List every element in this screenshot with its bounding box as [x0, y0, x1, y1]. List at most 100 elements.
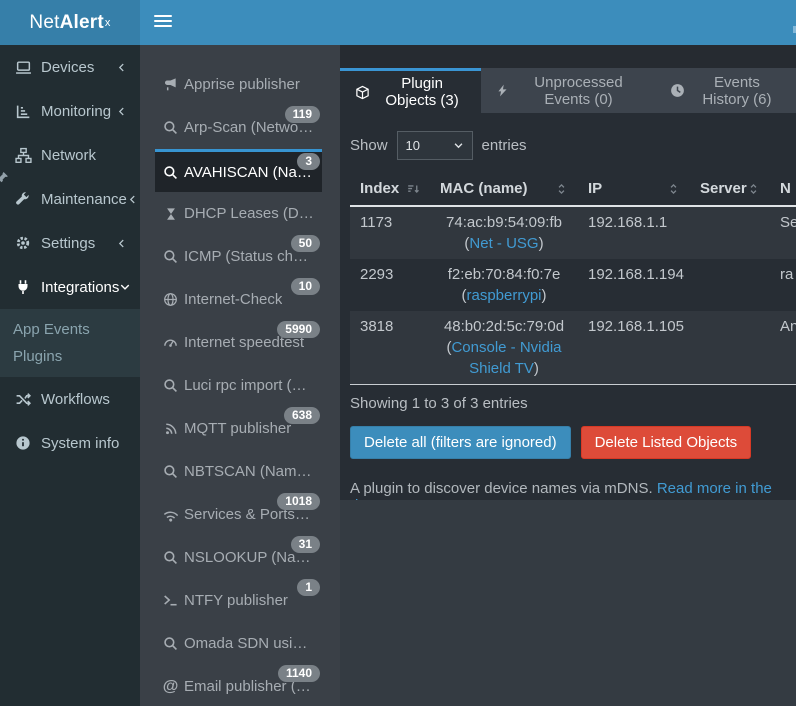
show-label: Show [350, 137, 388, 154]
column-header-index[interactable]: Index [350, 172, 430, 206]
plugin-item-avahiscan[interactable]: AVAHISCAN (Name … 3 [155, 149, 322, 192]
search-icon [163, 120, 178, 135]
column-header-mac[interactable]: MAC (name) [430, 172, 578, 206]
globe-icon [163, 292, 178, 307]
app-logo: NetAlertx [0, 0, 140, 45]
entries-label: entries [482, 137, 527, 154]
tab-plugin-objects[interactable]: Plugin Objects (3) [340, 68, 481, 113]
sidebar-item-devices[interactable]: Devices [0, 45, 140, 89]
column-header-server[interactable]: Server [690, 172, 770, 206]
gauge-icon [163, 335, 178, 350]
plugin-item-nbtscan[interactable]: NBTSCAN (Name di… [155, 450, 322, 493]
sidebar-item-integrations[interactable]: Integrations [0, 265, 140, 309]
sort-desc-icon [406, 182, 420, 196]
sitemap-icon [15, 147, 32, 164]
device-link[interactable]: Console - Nvidia Shield TV [451, 339, 561, 377]
plugin-item-apprise-publisher[interactable]: Apprise publisher [155, 63, 322, 106]
sidebar-item-settings[interactable]: Settings [0, 221, 140, 265]
cell-mac: 48:b0:2d:5c:79:0d (Console - Nvidia Shie… [430, 311, 578, 385]
submenu-item-plugins[interactable]: Plugins [0, 343, 140, 370]
count-badge: 10 [291, 278, 320, 295]
plugin-list: Apprise publisher Arp-Scan (Network … 11… [140, 45, 340, 706]
delete-all-button[interactable]: Delete all (filters are ignored) [350, 426, 571, 459]
plug-icon [15, 279, 32, 296]
tab-unprocessed-events[interactable]: Unprocessed Events (0) [481, 68, 655, 113]
bullhorn-icon [163, 77, 178, 92]
plugin-item-email-publisher[interactable]: @ Email publisher (S… 1140 [155, 665, 322, 706]
action-buttons: Delete all (filters are ignored) Delete … [350, 426, 796, 459]
cell-index: 1173 [350, 206, 430, 259]
count-badge: 3 [297, 153, 320, 170]
column-header-ip[interactable]: IP [578, 172, 690, 206]
table-header-row: Index MAC (name) IP Server N [350, 172, 796, 206]
content-top-band [340, 45, 796, 68]
chart-icon [15, 103, 32, 120]
plugin-item-icmp[interactable]: ICMP (Status check) 50 [155, 235, 322, 278]
bolt-icon [496, 83, 509, 98]
sort-icon [747, 182, 760, 196]
plugin-item-arp-scan[interactable]: Arp-Scan (Network … 119 [155, 106, 322, 149]
count-badge: 1 [297, 579, 320, 596]
device-link[interactable]: Net - USG [469, 235, 538, 252]
cube-icon [355, 85, 370, 100]
cell-ip: 192.168.1.194 [578, 259, 690, 311]
sort-icon [667, 182, 680, 196]
table-row: 2293 f2:eb:70:84:f0:7e (raspberrypi) 192… [350, 259, 796, 311]
cell-server [690, 311, 770, 385]
cell-name: Se [770, 206, 796, 259]
chevron-left-icon [127, 194, 138, 205]
chevron-left-icon [116, 62, 127, 73]
cell-index: 2293 [350, 259, 430, 311]
plugin-item-nslookup[interactable]: NSLOOKUP (Name … 31 [155, 536, 322, 579]
count-badge: 31 [291, 536, 320, 553]
hourglass-icon [163, 206, 178, 221]
signal-icon [163, 507, 178, 522]
plugin-item-omada-sdn[interactable]: Omada SDN using … [155, 622, 322, 665]
column-header-name[interactable]: N [770, 172, 796, 206]
main-content: Plugin Objects (3) Unprocessed Events (0… [340, 45, 796, 706]
table-summary: Showing 1 to 3 of 3 entries [350, 395, 796, 412]
cell-ip: 192.168.1.105 [578, 311, 690, 385]
cell-server [690, 259, 770, 311]
laptop-icon [15, 59, 32, 76]
tab-events-history[interactable]: Events History (6) [655, 68, 796, 113]
table-row: 3818 48:b0:2d:5c:79:0d (Console - Nvidia… [350, 311, 796, 385]
plugin-objects-table: Index MAC (name) IP Server N 1173 74:ac:… [350, 172, 796, 385]
integrations-submenu: App Events Plugins [0, 309, 140, 377]
terminal-icon [163, 593, 178, 608]
plugin-item-ntfy-publisher[interactable]: NTFY publisher 1 [155, 579, 322, 622]
delete-listed-button[interactable]: Delete Listed Objects [581, 426, 752, 459]
plugin-item-dhcp-leases[interactable]: DHCP Leases (Devic… [155, 192, 322, 235]
submenu-item-app-events[interactable]: App Events [0, 316, 140, 343]
search-icon [163, 464, 178, 479]
search-icon [163, 550, 178, 565]
plugin-item-mqtt-publisher[interactable]: MQTT publisher 638 [155, 407, 322, 450]
sidebar: Devices Monitoring Network Maintenance S… [0, 45, 140, 706]
page-size-row: Show 10 entries [350, 131, 796, 160]
cell-ip: 192.168.1.1 [578, 206, 690, 259]
sidebar-item-system-info[interactable]: System info [0, 421, 140, 465]
tab-bar: Plugin Objects (3) Unprocessed Events (0… [340, 68, 796, 113]
search-icon [163, 249, 178, 264]
pin-icon [0, 171, 9, 185]
plugin-item-services-ports[interactable]: Services & Ports (N… 1018 [155, 493, 322, 536]
sidebar-item-network[interactable]: Network [0, 133, 140, 177]
sidebar-item-maintenance[interactable]: Maintenance [0, 177, 140, 221]
sidebar-item-monitoring[interactable]: Monitoring [0, 89, 140, 133]
count-badge: 50 [291, 235, 320, 252]
page-size-select[interactable]: 10 [397, 131, 473, 160]
device-link[interactable]: raspberrypi [466, 287, 541, 304]
count-badge: 5990 [277, 321, 320, 338]
plugin-item-internet-check[interactable]: Internet-Check 10 [155, 278, 322, 321]
chevron-down-icon [453, 140, 464, 151]
chevron-left-icon [116, 106, 127, 117]
sidebar-item-workflows[interactable]: Workflows [0, 377, 140, 421]
gear-icon [15, 235, 32, 252]
table-row: 1173 74:ac:b9:54:09:fb (Net - USG) 192.1… [350, 206, 796, 259]
plugin-item-luci-rpc-import[interactable]: Luci rpc import (De… [155, 364, 322, 407]
info-icon [15, 435, 32, 452]
count-badge: 119 [285, 106, 320, 123]
cell-server [690, 206, 770, 259]
sidebar-toggle-icon[interactable] [154, 14, 172, 30]
plugin-item-internet-speedtest[interactable]: Internet speedtest 5990 [155, 321, 322, 364]
